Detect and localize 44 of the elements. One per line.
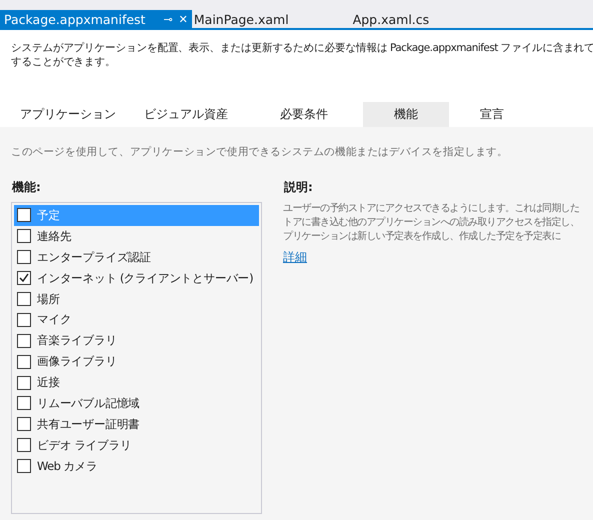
capabilities-heading: 機能: — [12, 179, 42, 196]
capability-label[interactable]: ビデオ ライブラリ — [37, 438, 132, 453]
checkbox[interactable] — [17, 438, 31, 452]
checkbox[interactable] — [17, 417, 31, 432]
capability-label[interactable]: マイク — [37, 312, 72, 328]
description-text: トアに書き込む他のアプリケーションへの読み取りアクセスを指定し、 — [283, 216, 579, 230]
close-icon[interactable]: ✕ — [178, 14, 188, 24]
capability-label[interactable]: Web カメラ — [37, 458, 98, 474]
checkbox[interactable] — [17, 459, 31, 474]
tab[interactable]: アプリケーション — [9, 102, 127, 127]
intro-text: することができます。 — [11, 55, 116, 69]
capability-label[interactable]: エンタープライズ認証 — [37, 250, 152, 265]
checkbox[interactable] — [17, 312, 31, 327]
checkbox[interactable] — [17, 208, 31, 222]
checkbox[interactable] — [17, 229, 31, 244]
capability-label[interactable]: リムーバブル記憶域 — [37, 396, 140, 411]
capability-label[interactable]: 音楽ライブラリ — [37, 333, 117, 348]
document-tab[interactable]: Package.appxmanifest ⊸ ✕ — [0, 10, 192, 28]
capability-label[interactable]: 連絡先 — [37, 228, 72, 244]
intro-text: システムがアプリケーションを配置、表示、または更新するために必要な情報は Package.appxmanifest ファイルに含まれて — [11, 41, 593, 55]
checkbox[interactable] — [17, 292, 31, 306]
tab[interactable]: 機能 — [363, 102, 449, 127]
pin-icon[interactable]: ⊸ — [163, 14, 173, 24]
checkbox[interactable] — [17, 396, 31, 410]
description-heading: 説明: — [284, 179, 314, 196]
checkbox[interactable] — [17, 376, 31, 390]
description-text: プリケーションは新しい予定表を作成し、作成した予定を予定表に — [283, 230, 560, 244]
capability-label[interactable]: 共有ユーザー証明書 — [37, 416, 140, 432]
capability-label[interactable]: 画像ライブラリ — [37, 354, 117, 370]
description-text: ユーザーの予約ストアにアクセスできるようにします。これは同期した — [283, 202, 579, 216]
capability-label[interactable]: インターネット (クライアントとサーバー) — [37, 270, 254, 286]
checkbox[interactable] — [17, 271, 31, 286]
capability-label[interactable]: 近接 — [37, 375, 60, 390]
capability-label[interactable]: 場所 — [37, 292, 60, 306]
checkbox[interactable] — [17, 334, 31, 348]
tab[interactable]: 宣言 — [449, 102, 535, 127]
details-link[interactable]: 詳細 — [283, 249, 307, 266]
tab[interactable]: 必要条件 — [245, 102, 363, 127]
document-tab[interactable]: App.xaml.cs — [350, 10, 434, 28]
checkbox[interactable] — [17, 250, 31, 264]
document-tab[interactable]: MainPage.xaml — [192, 10, 293, 28]
page-hint: このページを使用して、アプリケーションで使用できるシステムの機能またはデバイスを指定します。 — [11, 146, 508, 158]
tab[interactable]: ビジュアル資産 — [127, 102, 245, 127]
checkbox[interactable] — [17, 354, 31, 369]
